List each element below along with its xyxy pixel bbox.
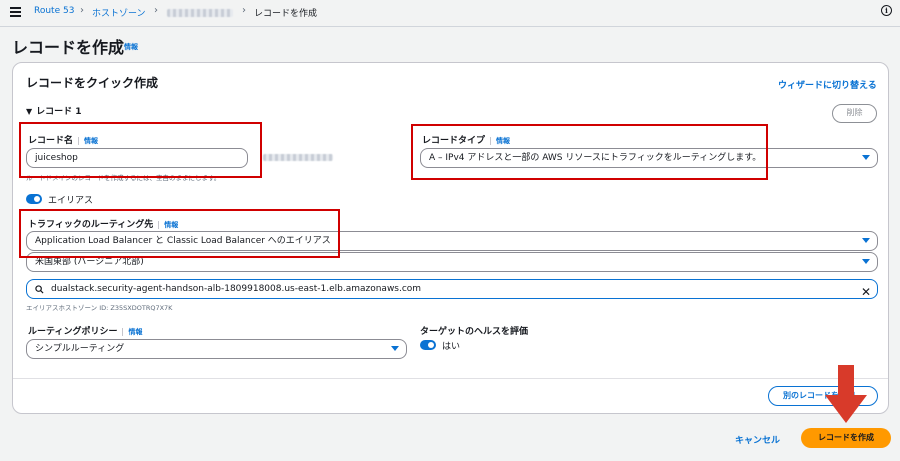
create-records-button[interactable]: レコードを作成 — [801, 428, 891, 448]
routing-policy-info-link[interactable]: 情報 — [122, 328, 143, 336]
top-bar: Route 53 › ホストゾーン › › レコードを作成 i — [0, 0, 900, 26]
routing-policy-select[interactable]: シンプルルーティング — [26, 339, 407, 359]
caret-down-icon: ▼ — [26, 107, 33, 116]
breadcrumb-route53[interactable]: Route 53 — [34, 6, 74, 16]
divider — [0, 26, 900, 27]
region-value: 米国東部 (バージニア北部) — [35, 257, 144, 267]
card-title: レコードをクイック作成 — [26, 76, 159, 90]
menu-icon[interactable] — [10, 7, 21, 17]
alias-toggle[interactable] — [26, 194, 42, 204]
hosted-zone-hint: エイリアスホストゾーン ID: Z35SXDOTRQ7X7K — [26, 304, 173, 312]
cancel-button[interactable]: キャンセル — [735, 433, 780, 446]
breadcrumb-current: レコードを作成 — [254, 9, 318, 19]
annotation-box-route-traffic — [19, 209, 340, 258]
dropdown-arrow-icon — [862, 238, 870, 243]
card-divider — [13, 378, 888, 379]
alias-label: エイリアス — [48, 196, 94, 206]
routing-policy-label: ルーティングポリシー 情報 — [28, 324, 143, 337]
clear-icon[interactable]: ✕ — [861, 283, 871, 298]
health-toggle-label: はい — [442, 342, 461, 352]
annotation-box-record-name — [19, 122, 262, 178]
annotation-box-record-type — [411, 124, 768, 180]
load-balancer-input[interactable]: dualstack.security-agent-handson-alb-180… — [26, 279, 878, 299]
dropdown-arrow-icon — [391, 346, 399, 351]
dropdown-arrow-icon — [862, 259, 870, 264]
annotation-arrow-icon — [825, 365, 867, 423]
dropdown-arrow-icon — [862, 155, 870, 160]
breadcrumb-hosted-zones[interactable]: ホストゾーン — [92, 6, 146, 19]
record-header-label: レコード 1 — [36, 107, 82, 117]
domain-suffix-redacted — [263, 154, 333, 161]
health-toggle[interactable] — [420, 340, 436, 350]
switch-to-wizard-link[interactable]: ウィザードに切り替える — [778, 78, 877, 91]
routing-policy-label-text: ルーティングポリシー — [28, 327, 118, 337]
record-1-toggle[interactable]: ▼ レコード 1 — [26, 104, 82, 117]
page-info-link[interactable]: 情報 — [124, 42, 138, 52]
chevron-right-icon: › — [242, 5, 246, 16]
chevron-right-icon: › — [80, 5, 84, 16]
page-title: レコードを作成 — [12, 38, 125, 57]
load-balancer-value: dualstack.security-agent-handson-alb-180… — [51, 284, 422, 294]
breadcrumb-zone-redacted[interactable] — [167, 9, 233, 17]
info-icon[interactable]: i — [881, 5, 892, 16]
routing-policy-value: シンプルルーティング — [35, 344, 125, 354]
search-icon — [35, 285, 44, 294]
delete-record-button[interactable]: 削除 — [832, 104, 877, 123]
chevron-right-icon: › — [154, 5, 158, 16]
health-label: ターゲットのヘルスを評価 — [420, 327, 529, 337]
